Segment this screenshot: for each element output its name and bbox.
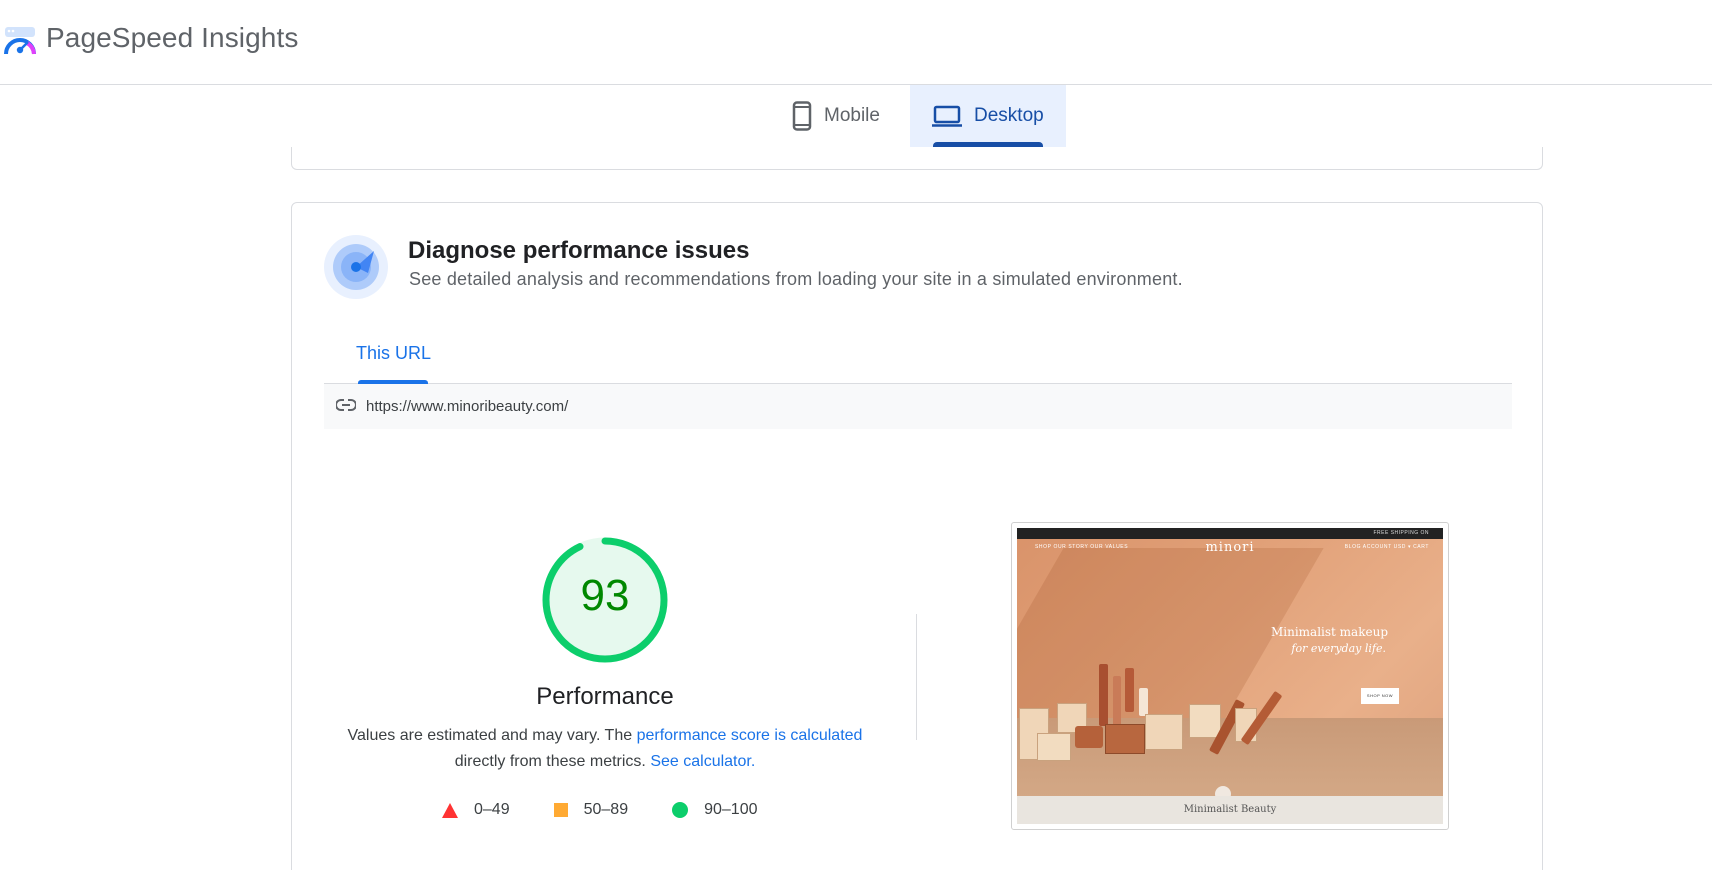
link-icon	[336, 399, 356, 411]
legend-fail: 0–49	[442, 801, 510, 819]
legend-average: 50–89	[553, 801, 629, 819]
red-triangle-icon	[442, 802, 458, 818]
legend-average-label: 50–89	[583, 801, 629, 818]
note-middle: directly from these metrics.	[454, 753, 651, 770]
tab-this-url[interactable]: This URL	[356, 343, 431, 364]
performance-score: 93	[580, 571, 630, 620]
score-legend: 0–49 50–89 90–100	[442, 801, 801, 819]
product-lipstick	[1099, 664, 1108, 726]
diagnose-subtitle: See detailed analysis and recommendation…	[409, 269, 1183, 289]
previous-card	[291, 147, 1543, 170]
screenshot-topbar-text: FREE SHIPPING ON	[1373, 530, 1429, 536]
tab-mobile-label: Mobile	[824, 105, 880, 126]
product-lipstick	[1139, 688, 1148, 716]
app-title[interactable]: PageSpeed Insights	[46, 22, 298, 54]
performance-note: Values are estimated and may vary. The p…	[332, 723, 878, 775]
product-lipstick	[1125, 668, 1134, 712]
laptop-icon	[932, 105, 962, 127]
product-box	[1189, 704, 1221, 738]
screenshot-shop-button: SHOP NOW	[1361, 688, 1399, 704]
url-bar: https://www.minoribeauty.com/	[324, 384, 1512, 429]
score-calculated-link[interactable]: performance score is calculated	[637, 727, 863, 744]
note-prefix: Values are estimated and may vary. The	[347, 727, 637, 744]
screenshot-headline-2: for everyday life.	[1291, 642, 1386, 655]
diagnose-card: Diagnose performance issues See detailed…	[291, 202, 1543, 870]
screenshot-footer: Minimalist Beauty	[1017, 796, 1443, 824]
product-jar	[1075, 726, 1103, 748]
url-tabs: This URL	[324, 337, 1512, 384]
phone-icon	[792, 101, 812, 131]
screenshot-nav-right: BLOG ACCOUNT USD ▾ CART	[1344, 544, 1429, 550]
page-screenshot[interactable]: FREE SHIPPING ON SHOP OUR STORY OUR VALU…	[1011, 522, 1449, 830]
device-tabs: Mobile Desktop	[770, 85, 1066, 147]
pagespeed-logo-icon[interactable]	[3, 26, 37, 58]
diagnose-compass-icon	[324, 235, 388, 299]
tab-desktop-label: Desktop	[974, 105, 1044, 126]
legend-pass: 90–100	[672, 801, 757, 819]
green-circle-icon	[672, 802, 689, 818]
vertical-divider	[916, 614, 917, 740]
legend-pass-label: 90–100	[704, 801, 758, 818]
analyzed-url[interactable]: https://www.minoribeauty.com/	[366, 398, 568, 415]
product-lipstick	[1113, 676, 1121, 726]
product-box	[1145, 714, 1183, 750]
tab-mobile[interactable]: Mobile	[770, 85, 910, 147]
orange-square-icon	[553, 803, 568, 817]
screenshot-headline-1: Minimalist makeup	[1270, 625, 1388, 639]
diagnose-title: Diagnose performance issues	[408, 237, 750, 264]
product-box	[1105, 724, 1145, 754]
performance-label: Performance	[536, 683, 674, 710]
tab-desktop[interactable]: Desktop	[910, 85, 1066, 147]
app-header: PageSpeed Insights	[0, 0, 1712, 85]
screenshot-footer-text: Minimalist Beauty	[1183, 804, 1277, 815]
screenshot-image: FREE SHIPPING ON SHOP OUR STORY OUR VALU…	[1017, 528, 1443, 824]
legend-fail-label: 0–49	[474, 801, 510, 818]
product-box	[1037, 733, 1071, 761]
screenshot-topbar: FREE SHIPPING ON	[1017, 528, 1443, 539]
see-calculator-link[interactable]: See calculator.	[650, 753, 755, 770]
